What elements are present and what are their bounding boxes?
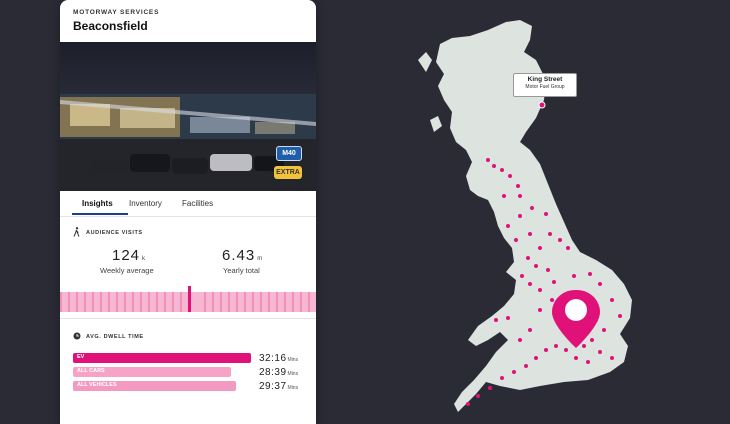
dwell-time-all-cars: 28:39Mins [259, 367, 299, 378]
weekly-average-value: 124 k [112, 247, 146, 264]
tooltip-name: King Street [527, 76, 563, 83]
audience-heading: AUDIENCE VISITS [86, 230, 143, 236]
visits-sparkbar [60, 286, 316, 312]
yearly-total-value: 6.43 m [222, 247, 263, 264]
location-panel: MOTORWAY SERVICES Beaconsfield M40 EXTRA… [60, 0, 316, 424]
selected-location-marker [538, 101, 546, 109]
yearly-total-label: Yearly total [223, 266, 260, 275]
dwell-bar-ev: EV [73, 353, 251, 363]
location-photo: M40 EXTRA [60, 42, 316, 191]
dwell-bar-all-cars: ALL CARS [73, 367, 231, 377]
tier-badge: EXTRA [274, 166, 302, 179]
tab-bar: Insights Inventory Facilities [60, 192, 316, 217]
panel-header: MOTORWAY SERVICES Beaconsfield [60, 0, 316, 42]
motorway-badge: M40 [276, 146, 302, 161]
island-landmass [430, 116, 442, 132]
location-title: Beaconsfield [73, 19, 148, 33]
tab-insights[interactable]: Insights [82, 199, 113, 208]
island-landmass [418, 52, 432, 72]
dwell-bar-all-vehicles: ALL VEHICLES [73, 381, 236, 391]
tab-inventory[interactable]: Inventory [129, 199, 162, 208]
dwell-time-all-vehicles: 29:37Mins [259, 381, 299, 392]
tab-facilities[interactable]: Facilities [182, 199, 213, 208]
category-label: MOTORWAY SERVICES [73, 9, 160, 16]
tooltip-subtitle: Motor Fuel Group [525, 84, 565, 90]
active-tab-indicator [72, 213, 128, 215]
section-divider [60, 318, 316, 319]
weekly-average-label: Weekly average [100, 266, 154, 275]
dwell-heading: AVG. DWELL TIME [86, 334, 144, 340]
map-tooltip: King Street Motor Fuel Group [513, 73, 577, 97]
uk-map[interactable] [400, 0, 650, 424]
dwell-time-ev: 32:16Mins [259, 353, 299, 364]
walking-person-icon [73, 227, 80, 239]
clock-icon [73, 332, 81, 342]
